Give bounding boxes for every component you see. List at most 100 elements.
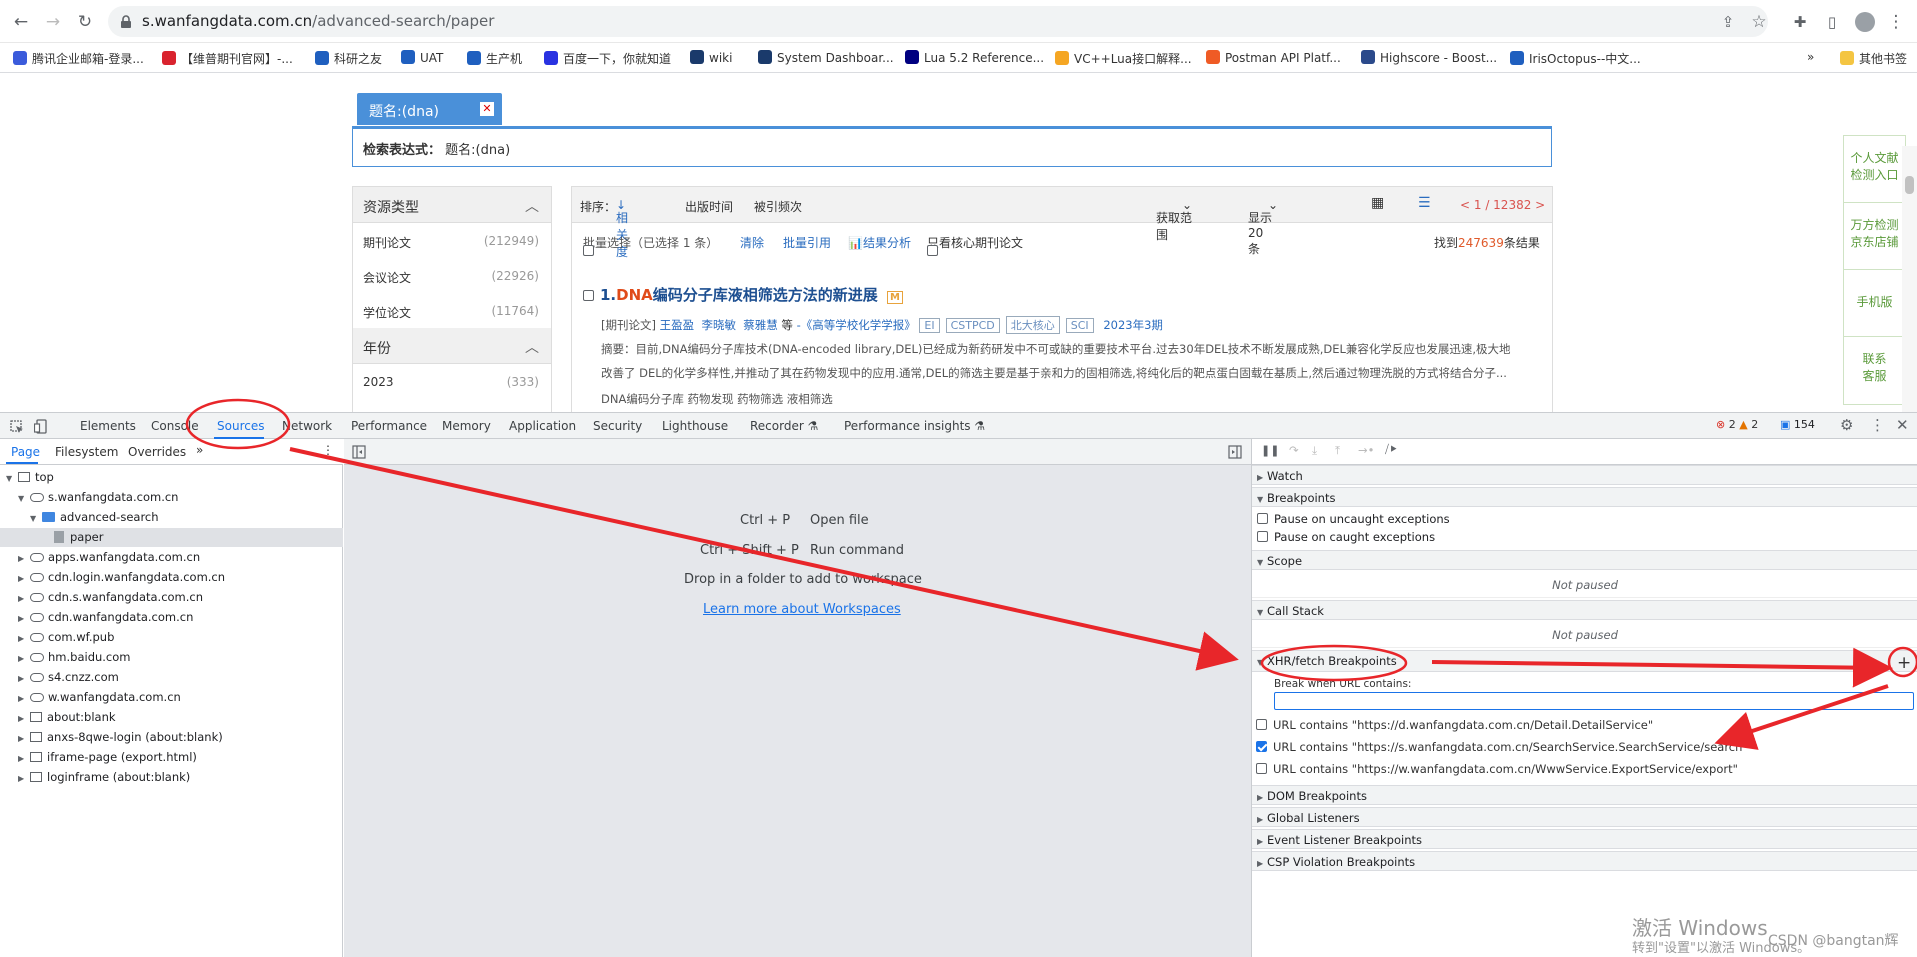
subtab-filesystem[interactable]: Filesystem [55,445,118,459]
devtools-tab-performance[interactable]: Performance [351,419,427,433]
devtools-tab-memory[interactable]: Memory [442,419,491,433]
collapsed-arrow-icon[interactable]: ▶ [18,549,30,568]
step-out-icon[interactable]: ⤒ [1335,443,1340,458]
tree-node[interactable]: ▶ hm.baidu.com [0,648,343,667]
bookmark-item[interactable]: 百度一下，你就知道 [544,50,671,67]
side-widget-jd[interactable]: 万方检测 京东店铺 [1844,203,1905,270]
collapsed-arrow-icon[interactable]: ▶ [18,589,30,608]
menu-icon[interactable]: ⋮ [1885,11,1907,33]
section-call-stack[interactable]: ▼ Call Stack [1252,600,1917,620]
sidepanel-icon[interactable]: ▯ [1821,11,1843,33]
collapsed-arrow-icon[interactable]: ▶ [18,749,30,768]
analysis-link[interactable]: 📊结果分析 [848,234,911,251]
author-link[interactable]: 蔡雅慧 [743,318,778,332]
profile-avatar[interactable] [1855,12,1875,32]
collapsed-arrow-icon[interactable]: ▶ [18,669,30,688]
more-bookmarks-icon[interactable]: » [1807,50,1814,64]
query-chip[interactable]: 题名:(dna) ✕ [357,93,502,125]
tree-node[interactable]: ▶ about:blank [0,708,343,727]
message-count[interactable]: ▣ 154 [1780,418,1815,431]
tree-node[interactable]: ▶ s4.cnzz.com [0,668,343,687]
journal-link[interactable]: -《高等学校化学学报》 [797,318,916,332]
page-scrollbar[interactable] [1902,146,1917,412]
collapsed-arrow-icon[interactable]: ▶ [18,769,30,788]
toggle-debugger-icon[interactable] [1228,445,1242,459]
bookmark-item[interactable]: IrisOctopus--中文... [1510,50,1641,67]
step-into-icon[interactable]: ⤓ [1312,443,1317,458]
inspect-icon[interactable] [10,420,24,434]
extensions-icon[interactable]: ✚ [1789,11,1811,33]
section-breakpoints[interactable]: ▼ Breakpoints [1252,487,1917,507]
batch-cite-link[interactable]: 批量引用 [783,234,831,251]
facet-item[interactable]: 会议论文 (22926) [353,258,551,293]
devtools-tab-application[interactable]: Application [509,419,576,433]
devtools-tab-sources[interactable]: Sources [217,419,264,433]
step-over-icon[interactable]: ↷ [1289,443,1299,457]
xhr-breakpoint-item[interactable]: URL contains "https://w.wanfangdata.com.… [1256,762,1738,776]
xhr-breakpoint-item[interactable]: URL contains "https://d.wanfangdata.com.… [1256,718,1653,732]
author-link[interactable]: 李晓敏 [701,318,736,332]
facet-resource-title[interactable]: 资源类型 ︿ [353,187,551,223]
bookmark-item[interactable]: System Dashboar... [758,50,894,65]
bookmark-item[interactable]: Lua 5.2 Reference... [905,50,1044,65]
collapsed-arrow-icon[interactable]: ▶ [18,609,30,628]
bookmark-item[interactable]: 【维普期刊官网】-... [162,50,293,67]
section-global-listeners[interactable]: ▶ Global Listeners [1252,807,1917,827]
sort-cited[interactable]: 被引频次 [754,198,802,215]
tree-node[interactable]: ▼ s.wanfangdata.com.cn [0,488,343,507]
reload-icon[interactable]: ↻ [74,11,96,33]
core-only-checkbox[interactable]: 只看核心期刊论文 [927,234,1023,256]
devtools-tab-console[interactable]: Console [151,419,199,433]
bookmark-item[interactable]: 科研之友 [315,50,382,67]
xhr-url-input[interactable] [1274,692,1914,710]
section-watch[interactable]: ▶ Watch [1252,465,1917,485]
bookmark-item[interactable]: VC++Lua接口解释... [1055,50,1192,67]
tree-node[interactable]: ▶ cdn.s.wanfangdata.com.cn [0,588,343,607]
bookmark-item[interactable]: Postman API Platf... [1206,50,1341,65]
close-icon[interactable]: ✕ [480,102,494,116]
collapsed-arrow-icon[interactable]: ▶ [18,629,30,648]
collapsed-arrow-icon[interactable]: ▶ [18,709,30,728]
section-dom-breakpoints[interactable]: ▶ DOM Breakpoints [1252,785,1917,805]
tree-node[interactable]: ▶ loginframe (about:blank) [0,768,343,787]
page-size-select[interactable]: 显示 20 条 ⌄ [1248,198,1278,256]
side-widget-mobile[interactable]: 手机版 [1844,270,1905,337]
checkbox[interactable] [1256,719,1267,730]
subtab-page[interactable]: Page [11,445,40,459]
expanded-arrow-icon[interactable]: ▼ [18,489,30,508]
range-select[interactable]: 获取范围 ⌄ [1156,198,1192,242]
devtools-tab-performance-insights[interactable]: Performance insights ⚗ [844,419,985,433]
collapsed-arrow-icon[interactable]: ▶ [18,689,30,708]
tree-node[interactable]: ▶ w.wanfangdata.com.cn [0,688,343,707]
pause-caught-option[interactable]: Pause on caught exceptions [1252,526,1917,548]
tree-node[interactable]: ▶ anxs-8qwe-login (about:blank) [0,728,343,747]
share-icon[interactable]: ⇪ [1717,11,1739,33]
section-scope[interactable]: ▼ Scope [1252,550,1917,570]
facet-item[interactable]: 学位论文 (11764) [353,293,551,328]
bookmark-item[interactable]: 腾讯企业邮箱-登录... [13,50,144,67]
device-toggle-icon[interactable] [34,419,48,434]
error-count[interactable]: ⊗ 2 ▲ 2 [1716,418,1758,431]
settings-icon[interactable]: ⚙ [1840,416,1853,434]
side-widget-service[interactable]: 联系 客服 [1844,337,1905,404]
grid-view-icon[interactable]: ▦ [1371,195,1384,211]
tree-node[interactable]: ▶ cdn.login.wanfangdata.com.cn [0,568,343,587]
expanded-arrow-icon[interactable]: ▼ [6,469,18,488]
tree-node[interactable]: ▼ top [0,468,343,487]
side-widget-personal[interactable]: 个人文献 检测入口 [1844,136,1905,203]
bookmark-item[interactable]: Highscore - Boost... [1361,50,1497,65]
collapsed-arrow-icon[interactable]: ▶ [18,729,30,748]
author-link[interactable]: 王盈盈 [660,318,695,332]
tree-node[interactable]: ▶ iframe-page (export.html) [0,748,343,767]
section-event-listener-breakpoints[interactable]: ▶ Event Listener Breakpoints [1252,829,1917,849]
bookmark-item[interactable]: 生产机 [467,50,522,67]
collapsed-arrow-icon[interactable]: ▶ [18,569,30,588]
more-options-icon[interactable]: ⋮ [322,443,334,457]
bookmark-item[interactable]: wiki [690,50,732,65]
batch-select[interactable]: 批量选择（已选择 1 条） [583,234,718,256]
sort-pubtime[interactable]: 出版时间 [685,198,733,215]
tree-node[interactable]: ▶ cdn.wanfangdata.com.cn [0,608,343,627]
checkbox[interactable] [1256,741,1267,752]
list-view-icon[interactable]: ☰ [1418,195,1431,211]
tree-node[interactable]: paper [0,528,343,547]
